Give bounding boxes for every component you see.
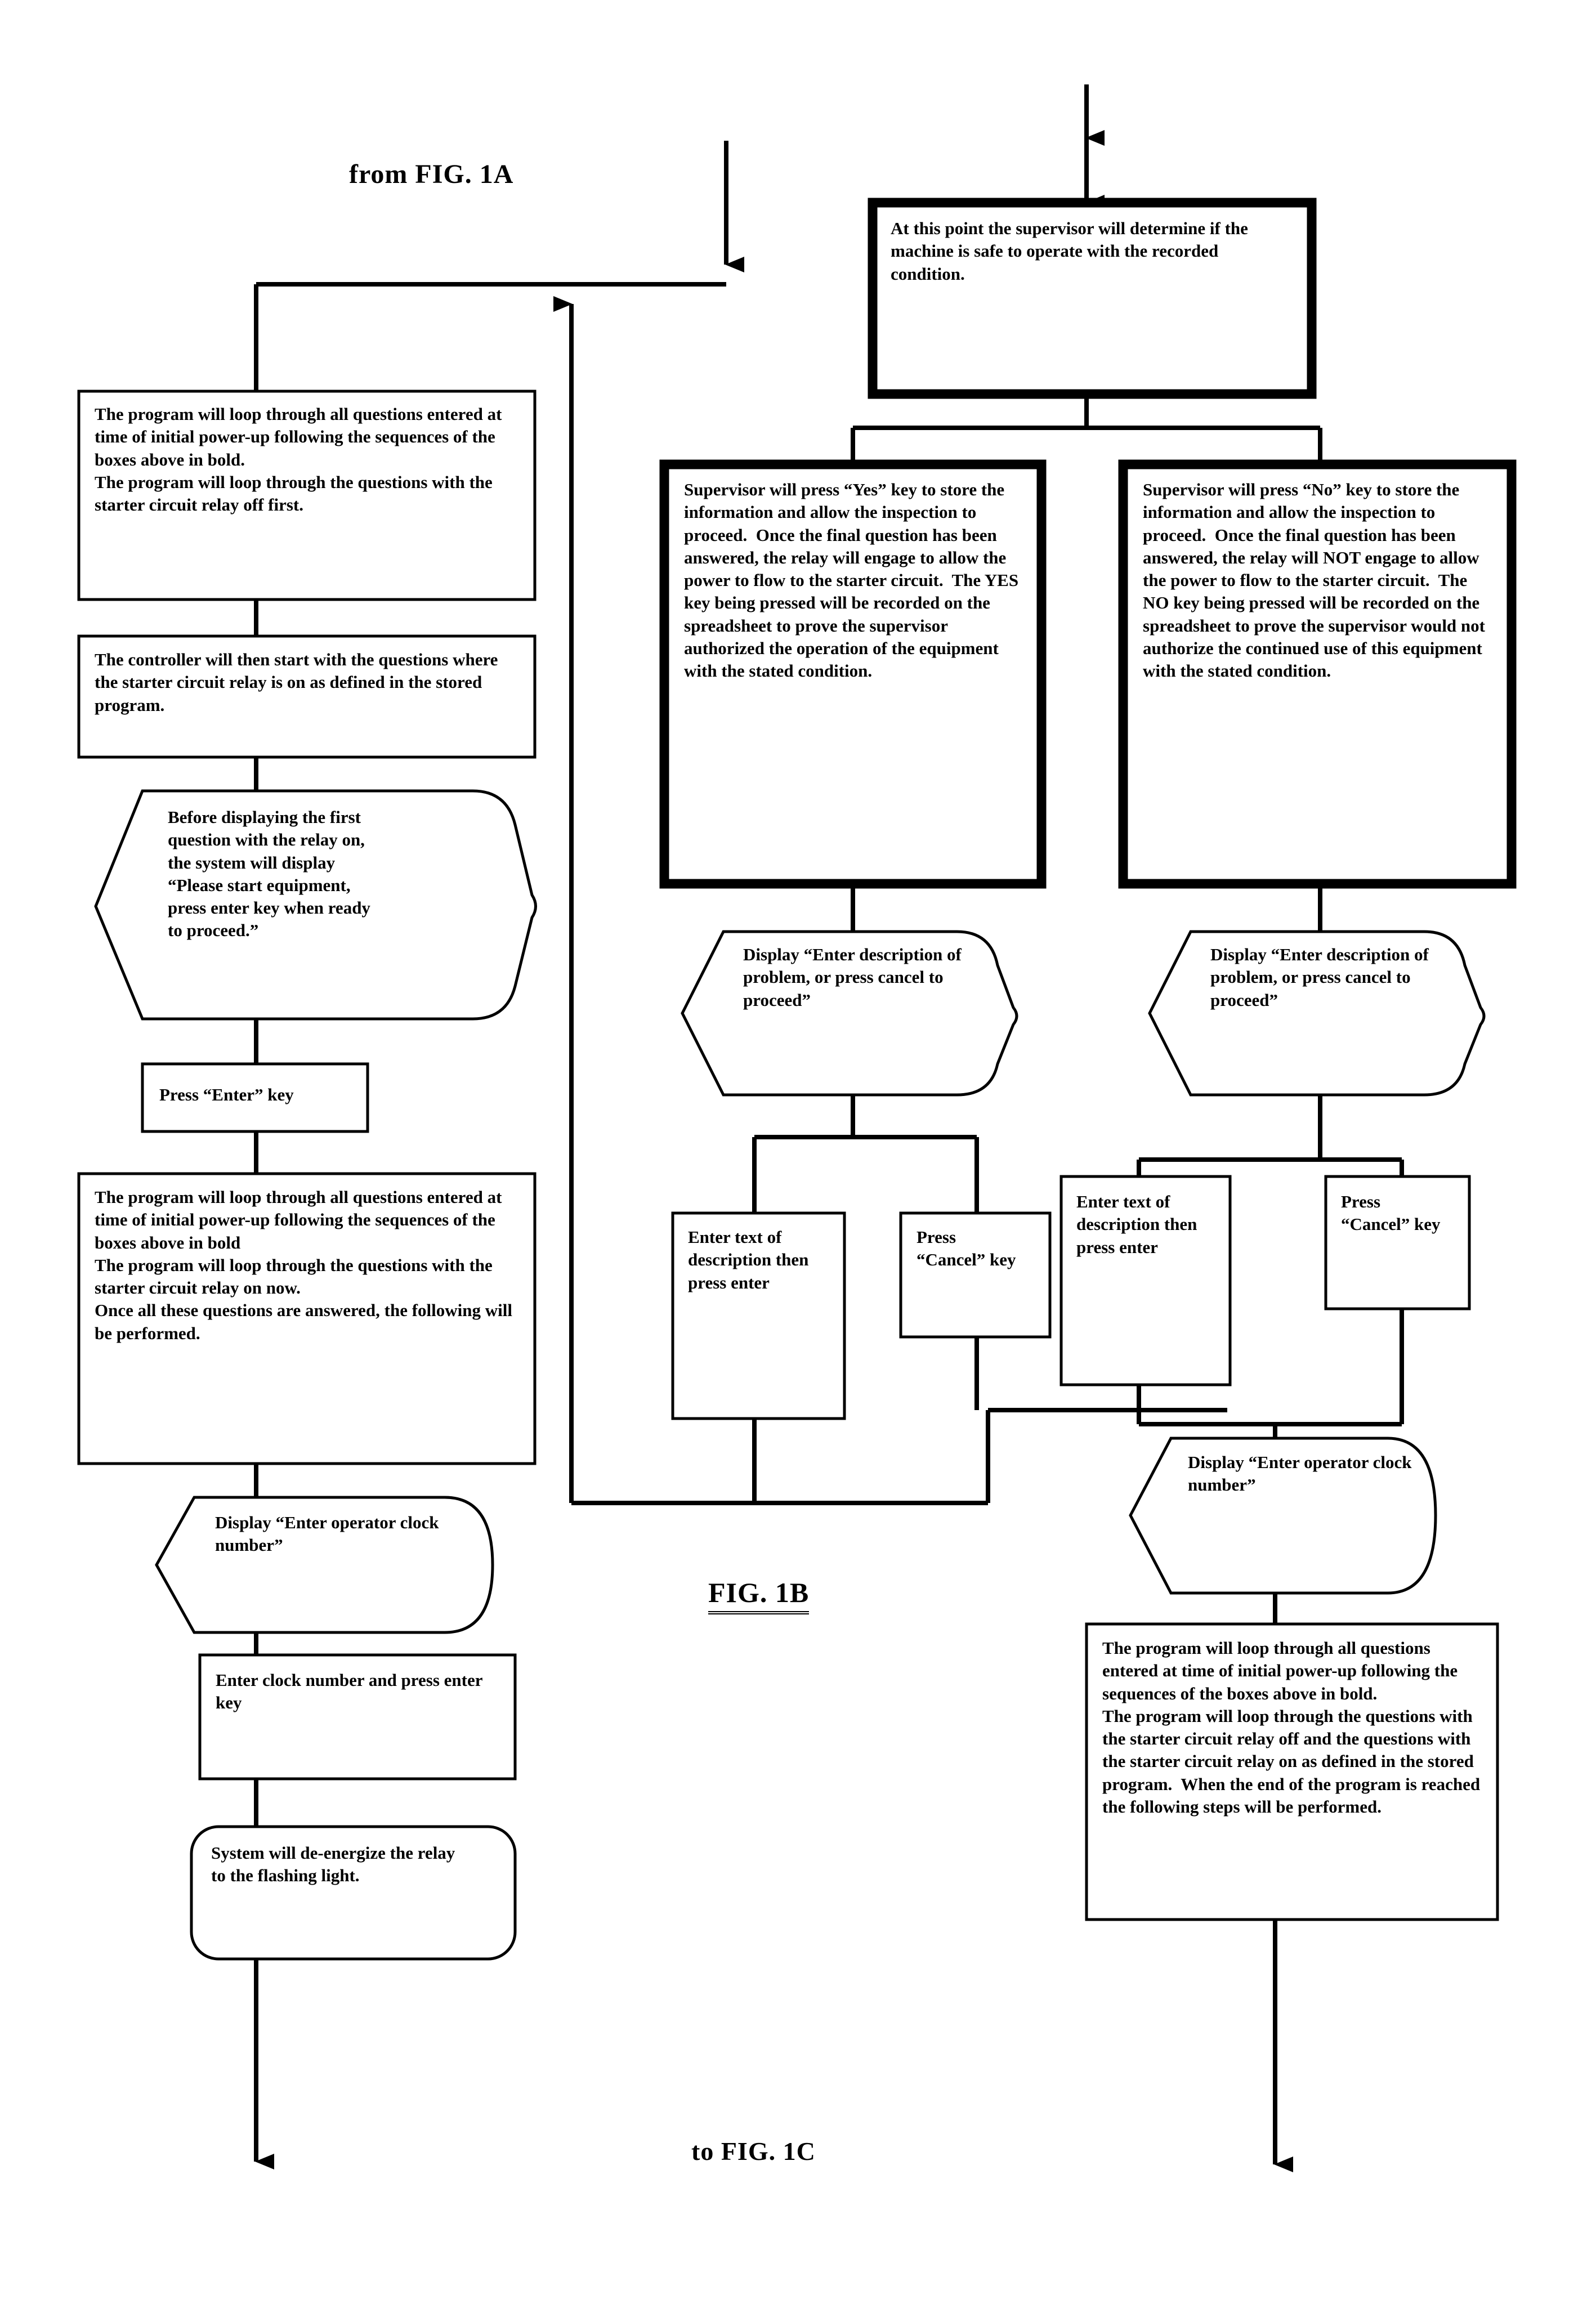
node-enter-clock-left-text: Enter clock number and press enter key xyxy=(216,1670,487,1713)
node-supervisor-yes-text: Supervisor will press “Yes” key to store… xyxy=(684,480,1023,681)
node-deenergize-text: System will de-energize the relay to the… xyxy=(211,1843,460,1886)
node-display-desc-no-text: Display “Enter description of problem, o… xyxy=(1210,945,1433,1010)
node-display-clock-right-text: Display “Enter operator clock number” xyxy=(1188,1452,1416,1495)
flowchart-canvas xyxy=(77,84,1517,2172)
node-display-clock-left-text: Display “Enter operator clock number” xyxy=(215,1513,444,1555)
node-supervisor-no-text: Supervisor will press “No” key to store … xyxy=(1143,480,1490,681)
figure-label: FIG. 1B xyxy=(708,1576,810,1614)
node-press-cancel-yes-text: Press “Cancel” key xyxy=(917,1227,1016,1270)
node-enter-text-no-text: Enter text of description then press ent… xyxy=(1076,1192,1202,1257)
to-fig-label: to FIG. 1C xyxy=(691,2137,816,2166)
node-supervisor-determine-text: At this point the supervisor will determ… xyxy=(891,218,1253,284)
node-left-loop-1-text: The program will loop through all questi… xyxy=(95,404,502,515)
node-controller-start-text: The controller will then start with the … xyxy=(95,650,503,715)
node-left-loop-2-text: The program will loop through all questi… xyxy=(95,1187,512,1343)
node-right-loop-text: The program will loop through all questi… xyxy=(1102,1638,1481,1817)
node-enter-text-yes-text: Enter text of description then press ent… xyxy=(688,1227,813,1292)
node-press-cancel-no-text: Press “Cancel” key xyxy=(1341,1192,1441,1234)
node-press-enter-text: Press “Enter” key xyxy=(159,1085,294,1104)
from-fig-label: from FIG. 1A xyxy=(349,159,514,189)
flowchart-page: from FIG. 1A The program will loop throu… xyxy=(0,0,1596,2304)
node-before-display-text: Before displaying the first question wit… xyxy=(168,807,375,941)
node-display-desc-yes-text: Display “Enter description of problem, o… xyxy=(743,945,966,1010)
